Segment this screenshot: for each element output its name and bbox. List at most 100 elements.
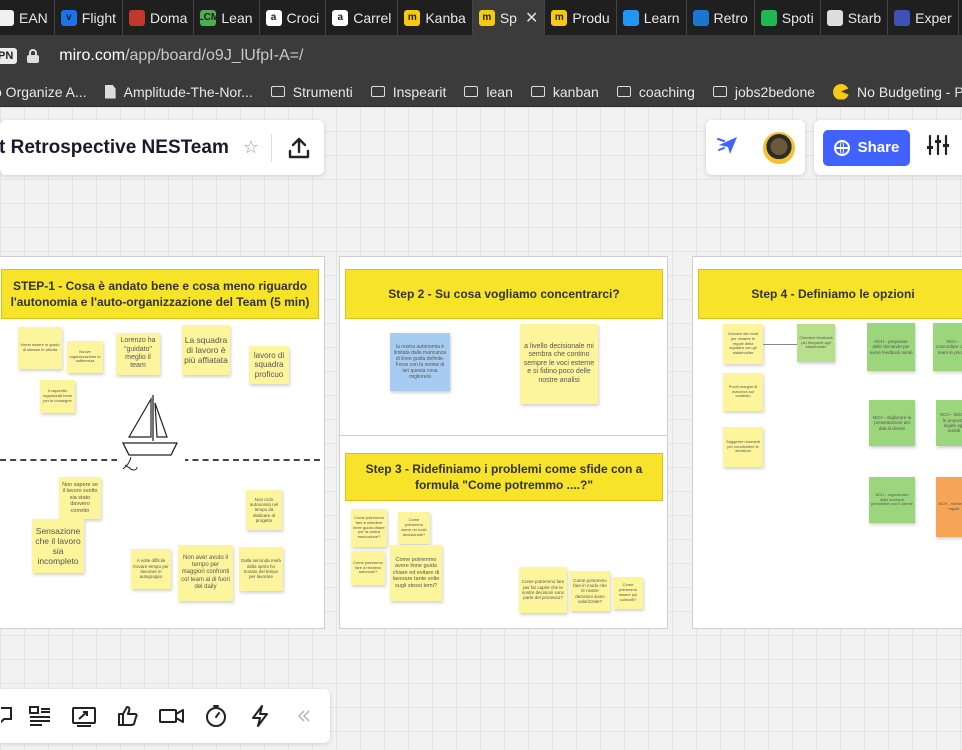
video-icon[interactable]	[150, 694, 194, 738]
browser-tab[interactable]: m Sp ✕	[472, 0, 546, 35]
browser-tab[interactable]: Retro	[687, 0, 755, 35]
list-icon[interactable]	[18, 694, 62, 738]
frame-step4[interactable]: Step 4 - Definiamo le opzioni Cercare de…	[692, 256, 962, 629]
sticky-note[interactable]: lavoro di squadra proficuo	[249, 346, 289, 384]
frame-step4-header[interactable]: Step 4 - Definiamo le opzioni	[698, 269, 962, 319]
bookmark-item[interactable]: coaching	[616, 83, 695, 100]
frame-step1-header[interactable]: STEP-1 - Cosa è andato bene e cosa meno …	[1, 269, 319, 319]
bolt-icon[interactable]	[238, 694, 282, 738]
sticky-note[interactable]: Come potremmo fare per far capire che le…	[519, 567, 567, 613]
tab-label: Kanba	[425, 9, 466, 26]
tab-label: Retro	[713, 9, 748, 26]
share-label: Share	[857, 139, 900, 156]
share-screen-icon[interactable]	[62, 694, 106, 738]
browser-tab[interactable]: m Kanba	[398, 0, 473, 35]
bookmark-item[interactable]: Amplitude-The-Nor...	[104, 83, 253, 100]
frame-step1[interactable]: STEP-1 - Cosa è andato bene e cosa meno …	[0, 256, 325, 629]
reactions-icon[interactable]	[716, 134, 742, 161]
bookmark-label: Amplitude-The-Nor...	[123, 83, 253, 100]
vpn-badge[interactable]: PN	[0, 48, 18, 64]
browser-tab[interactable]: EAN	[0, 0, 55, 35]
browser-tab[interactable]: v Flight	[55, 0, 124, 35]
sticky-note[interactable]: NCH - concordare con il team le priorità	[933, 323, 962, 371]
tab-favicon-icon: LCM	[198, 9, 219, 26]
sticky-note[interactable]: Come potremmo fare a chiedere linee guid…	[351, 509, 387, 547]
close-tab-icon[interactable]: ✕	[525, 8, 538, 28]
sticky-note[interactable]: la nostra autonomia è limitata dalla man…	[390, 333, 450, 391]
sticky-note[interactable]: Sensazione che il lavoro sia incompleto	[32, 519, 84, 573]
sticky-note[interactable]: NCH - limitare le proposte legate agli a…	[936, 400, 962, 446]
sticky-note[interactable]: Lorenzo ha "guidato" meglio il team	[116, 333, 160, 375]
sailboat-sketch	[117, 389, 185, 471]
sticky-note[interactable]: Dalla seconda metà della sprint ho trova…	[239, 547, 283, 591]
sticky-note[interactable]: Cercare dei modi per chiarire le regole …	[723, 324, 763, 364]
sticky-note[interactable]: NCH - migliorare la presentazione dei da…	[869, 400, 915, 446]
browser-tab[interactable]: m Produ	[545, 0, 617, 35]
tab-favicon-icon	[894, 9, 911, 26]
settings-sliders-icon[interactable]	[926, 134, 950, 161]
sticky-note[interactable]: NCH - rivedere le regole	[936, 477, 962, 537]
sticky-note[interactable]: Non aver avuto il tempo per maggiori con…	[178, 545, 233, 601]
frame-step2-header[interactable]: Step 2 - Su cosa vogliamo concentrarci?	[345, 269, 663, 319]
upload-icon[interactable]	[288, 136, 310, 160]
bookmark-label: coaching	[638, 83, 695, 100]
collaboration-panel	[706, 120, 805, 175]
url-field[interactable]: miro.com/app/board/o9J_lUfpI-A=/	[59, 47, 303, 65]
board-title[interactable]: t Retrospective NESTeam	[0, 137, 229, 159]
url-path: /app/board/o9J_lUfpI-A=/	[125, 47, 304, 64]
browser-tab[interactable]: Spoti	[755, 0, 821, 35]
tab-favicon-icon: a	[332, 9, 349, 26]
browser-tab[interactable]: Starb	[821, 0, 889, 35]
sticky-note[interactable]: Pochi margini di manovra sul contesto	[723, 373, 763, 411]
bookmark-item[interactable]: o Organize A...	[0, 84, 87, 100]
browser-tab[interactable]: Doma	[123, 0, 195, 35]
sticky-note[interactable]: NCH - organizzare delle sessioni periodi…	[869, 477, 915, 523]
browser-tab[interactable]: LCM Lean	[194, 0, 260, 35]
board-title-panel: t Retrospective NESTeam ☆	[0, 120, 324, 175]
browser-tab[interactable]: a Carrel	[326, 0, 399, 35]
bookmark-item[interactable]: lean	[464, 84, 513, 100]
browser-tab[interactable]: a Croci	[260, 0, 327, 35]
star-icon[interactable]: ☆	[243, 137, 259, 158]
tab-favicon-icon: m	[478, 9, 495, 26]
bookmark-item[interactable]: Strumenti	[270, 83, 353, 100]
sticky-note[interactable]: Il vaporetto organizzati bene per le con…	[40, 380, 75, 413]
sticky-note[interactable]: Vorrei essere in grado di stimare le att…	[18, 327, 62, 369]
thumbs-up-icon[interactable]	[106, 694, 150, 738]
sticky-note[interactable]: Come potremmo avere un ruolo decisionale…	[398, 512, 430, 544]
comment-icon[interactable]	[0, 694, 18, 738]
browser-tab[interactable]: Exper	[888, 0, 959, 35]
bookmark-item[interactable]: No Budgeting - Per...	[833, 83, 962, 100]
collapse-icon[interactable]	[282, 694, 326, 738]
bookmark-item[interactable]: kanban	[530, 84, 599, 100]
sticky-note[interactable]: Come potremmo fare a renderci autonomi?	[351, 551, 385, 585]
sticky-note[interactable]: a livello decisionale mi sembra che cont…	[520, 324, 598, 404]
sticky-note[interactable]: Come potremmo essere più coinvolti?	[613, 577, 643, 609]
bookmark-label: Inspearit	[392, 83, 447, 100]
sticky-note[interactable]: Come potremmo avere linne guida chiare e…	[390, 545, 442, 601]
browser-tab[interactable]: Learn	[617, 0, 687, 35]
bookmark-item[interactable]: Inspearit	[370, 83, 447, 100]
sticky-note[interactable]: Come potremmo fare in modo che le nostre…	[570, 571, 610, 611]
tab-label: Doma	[150, 9, 188, 26]
bookmark-item[interactable]: jobs2bedone	[712, 84, 815, 100]
lock-icon[interactable]	[27, 49, 40, 63]
bookmark-label: Strumenti	[292, 83, 353, 100]
sticky-note[interactable]: NCH - preparare delle domande per avere …	[867, 323, 915, 371]
tab-favicon-icon: m	[404, 9, 421, 26]
frame-step3-header[interactable]: Step 3 - Ridefiniamo i problemi come sfi…	[345, 453, 663, 501]
timer-icon[interactable]	[194, 694, 238, 738]
bookmark-label: o Organize A...	[0, 83, 87, 100]
sticky-note[interactable]: Nuove organizzazione in sofferenza	[67, 341, 103, 373]
avatar[interactable]	[762, 131, 795, 164]
sticky-note[interactable]: Non sapere se il lavoro svolto sia stato…	[59, 477, 101, 519]
sticky-note[interactable]: Non ciclo autonomia nel tempo da dedicar…	[246, 490, 282, 530]
tab-favicon-icon	[692, 9, 709, 26]
sticky-note[interactable]: Chiedere feedback più frequenti agli sta…	[797, 324, 835, 362]
sticky-note[interactable]: La squadra di lavoro è più affiatata	[182, 325, 230, 375]
share-button[interactable]: Share	[823, 129, 910, 166]
sticky-note[interactable]: Suggerire momenti per condividere le dec…	[723, 427, 763, 467]
frame-step2-3[interactable]: Step 2 - Su cosa vogliamo concentrarci? …	[339, 256, 668, 629]
board-canvas[interactable]: t Retrospective NESTeam ☆ Share STEP-1 -…	[0, 107, 962, 750]
sticky-note[interactable]: A volte difficile trovare tempo per lavo…	[131, 549, 171, 589]
